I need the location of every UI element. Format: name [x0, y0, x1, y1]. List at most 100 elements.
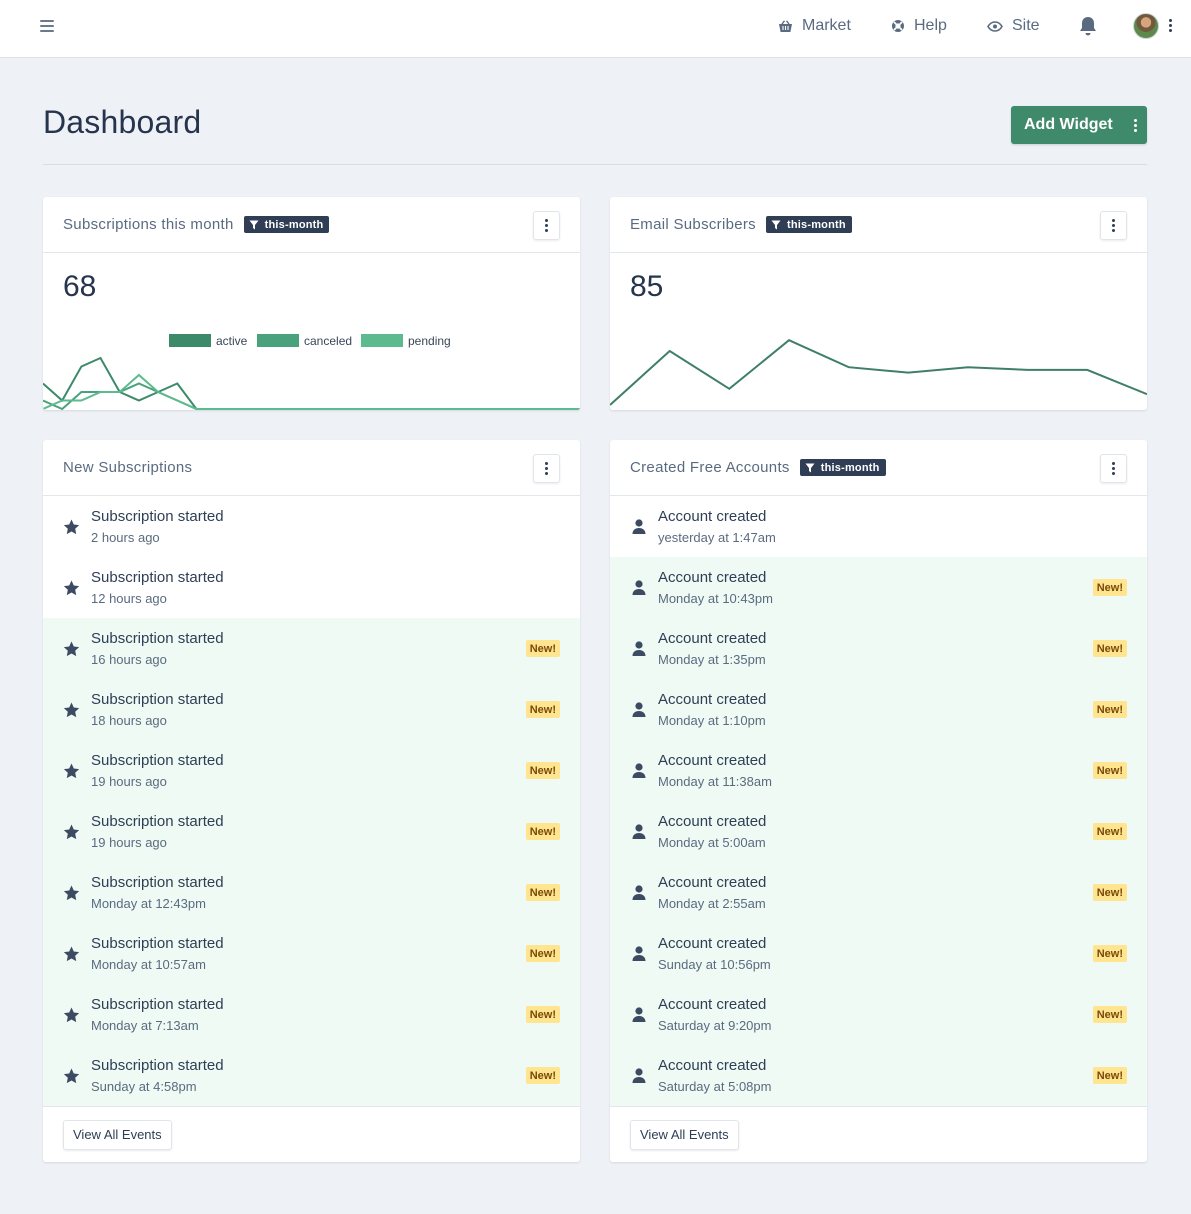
user-icon: [630, 762, 647, 779]
legend-label-canceled: canceled: [304, 334, 352, 348]
notifications-bell-icon[interactable]: [1078, 15, 1098, 37]
event-text: Account created Monday at 5:00am: [658, 812, 766, 852]
event-time: Saturday at 9:20pm: [658, 1017, 772, 1033]
new-badge: New!: [525, 945, 560, 962]
event-time: Monday at 1:35pm: [658, 651, 766, 667]
user-icon: [630, 1067, 647, 1084]
legend-swatch-active: [169, 334, 211, 347]
event-time: Monday at 2:55am: [658, 895, 766, 911]
new-badge: New!: [525, 1067, 560, 1084]
user-icon: [630, 884, 647, 901]
add-widget-label: Add Widget: [1024, 116, 1113, 133]
event-text: Account created Monday at 2:55am: [658, 873, 766, 913]
add-widget-menu-icon[interactable]: [1133, 119, 1137, 132]
user-icon: [630, 1006, 647, 1023]
event-title: Account created: [658, 995, 767, 1013]
filter-icon: [805, 463, 815, 472]
star-icon: [63, 1006, 80, 1023]
new-badge: New!: [1092, 884, 1127, 901]
nav-help-label: Help: [914, 17, 947, 34]
kebab-icon: [545, 462, 549, 475]
legend-swatch-pending: [361, 334, 403, 347]
card-footer: View All Events: [43, 1106, 580, 1162]
star-icon: [63, 945, 80, 962]
email-line-chart: [610, 339, 1147, 406]
event-text: Subscription started 16 hours ago: [91, 629, 224, 669]
view-all-events-button[interactable]: View All Events: [630, 1119, 739, 1150]
event-title: Subscription started: [91, 934, 224, 952]
event-title: Account created: [658, 629, 767, 647]
star-icon: [63, 518, 80, 535]
user-icon: [630, 945, 647, 962]
list-item[interactable]: Subscription started 19 hours ago New!: [43, 801, 580, 862]
subscriptions-line-chart: active canceled pending: [43, 334, 580, 410]
event-title: Account created: [658, 568, 767, 586]
event-text: Subscription started Monday at 12:43pm: [91, 873, 224, 913]
list-item[interactable]: Account created Monday at 1:35pm New!: [610, 618, 1147, 679]
title-divider: [43, 164, 1147, 165]
list-item[interactable]: Account created Monday at 5:00am New!: [610, 801, 1147, 862]
list-item[interactable]: Account created Sunday at 10:56pm New!: [610, 923, 1147, 984]
list-item[interactable]: Account created Saturday at 5:08pm New!: [610, 1045, 1147, 1106]
view-all-events-button[interactable]: View All Events: [63, 1119, 172, 1150]
basket-icon: [779, 19, 792, 32]
event-text: Subscription started Monday at 10:57am: [91, 934, 224, 974]
lifebuoy-icon: [892, 20, 904, 32]
event-time: 16 hours ago: [91, 651, 167, 667]
eye-icon: [987, 20, 1003, 32]
list-item[interactable]: Subscription started Monday at 7:13am New!: [43, 984, 580, 1045]
nav-site-link[interactable]: Site: [987, 16, 1040, 36]
event-title: Account created: [658, 873, 767, 891]
star-icon: [63, 1067, 80, 1084]
user-menu-kebab-icon[interactable]: [1168, 19, 1172, 33]
event-time: Monday at 7:13am: [91, 1017, 199, 1033]
list-item[interactable]: Account created Saturday at 9:20pm New!: [610, 984, 1147, 1045]
list-item[interactable]: Account created Monday at 2:55am New!: [610, 862, 1147, 923]
user-icon: [630, 823, 647, 840]
page-title: Dashboard: [43, 104, 202, 140]
list-item[interactable]: Subscription started 19 hours ago New!: [43, 740, 580, 801]
new-badge: New!: [1092, 640, 1127, 657]
user-avatar[interactable]: [1133, 13, 1159, 39]
nav-help-link[interactable]: Help: [891, 16, 947, 36]
hamburger-menu-icon[interactable]: [40, 20, 54, 34]
event-title: Subscription started: [91, 812, 224, 830]
list-item[interactable]: Subscription started Sunday at 4:58pm New!: [43, 1045, 580, 1106]
list-item[interactable]: Subscription started Monday at 12:43pm New…: [43, 862, 580, 923]
filter-badge[interactable]: this-month: [799, 459, 886, 476]
event-time: 12 hours ago: [91, 590, 167, 606]
nav-market-link[interactable]: Market: [778, 16, 851, 36]
list-item[interactable]: Account created Monday at 1:10pm New!: [610, 679, 1147, 740]
user-icon: [630, 640, 647, 657]
list-item[interactable]: Account created yesterday at 1:47am: [610, 496, 1147, 557]
series-line: [610, 339, 1147, 406]
list-item[interactable]: Account created Monday at 11:38am New!: [610, 740, 1147, 801]
new-badge: New!: [525, 762, 560, 779]
new-badge: New!: [1092, 701, 1127, 718]
event-title: Account created: [658, 690, 767, 708]
list-item[interactable]: Account created Monday at 10:43pm New!: [610, 557, 1147, 618]
list-item[interactable]: Subscription started 2 hours ago: [43, 496, 580, 557]
legend-swatch-canceled: [257, 334, 299, 347]
star-icon: [63, 762, 80, 779]
card-title: Created Free Accounts: [630, 459, 790, 476]
event-title: Subscription started: [91, 568, 224, 586]
legend-label-active: active: [216, 334, 248, 348]
list-item[interactable]: Subscription started Monday at 10:57am New…: [43, 923, 580, 984]
card-menu-button[interactable]: [1100, 454, 1127, 483]
event-title: Subscription started: [91, 507, 224, 525]
series-line-active: [43, 356, 580, 410]
add-widget-button[interactable]: Add Widget: [1011, 106, 1147, 144]
user-icon: [630, 579, 647, 596]
star-icon: [63, 640, 80, 657]
subscriptions-card: Subscriptions this month this-month 68 a…: [43, 197, 580, 410]
series-line-pending: [43, 373, 580, 410]
nav-market-label: Market: [802, 17, 851, 34]
list-item[interactable]: Subscription started 12 hours ago: [43, 557, 580, 618]
list-item[interactable]: Subscription started 18 hours ago New!: [43, 679, 580, 740]
card-menu-button[interactable]: [533, 454, 560, 483]
event-text: Account created Monday at 11:38am: [658, 751, 772, 791]
list-item[interactable]: Subscription started 16 hours ago New!: [43, 618, 580, 679]
new-subscriptions-card: New Subscriptions Subscription started 2 …: [43, 440, 580, 1162]
event-time: 19 hours ago: [91, 834, 167, 850]
